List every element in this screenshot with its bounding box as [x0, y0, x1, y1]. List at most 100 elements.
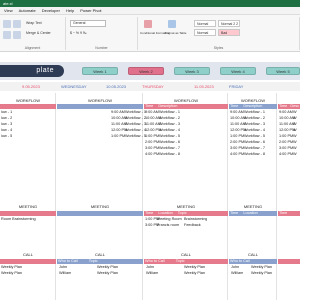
workflow-time[interactable]: 2:00 PM [145, 140, 159, 145]
workflow-description[interactable]: W [293, 146, 297, 151]
workflow-description[interactable]: Workflow - 7 [244, 146, 265, 151]
menu-help[interactable]: Help [66, 8, 74, 13]
style-normal[interactable]: Normal [194, 20, 216, 27]
align-top-icon[interactable] [3, 20, 11, 28]
workflow-description[interactable]: Workflow - 6 [244, 140, 265, 145]
workflow-description[interactable]: Workflow - 4 [159, 128, 180, 133]
menu-power-pivot[interactable]: Power Pivot [80, 8, 101, 13]
call-who[interactable]: William [59, 271, 71, 276]
menu-automate[interactable]: Automate [19, 8, 36, 13]
workflow-time[interactable]: 9:00 AM [111, 110, 125, 115]
workflow-description[interactable]: W [293, 122, 297, 127]
workflow-description[interactable]: Workflow - 4 [244, 128, 265, 133]
description-header: Description [243, 104, 263, 108]
workflow-description[interactable]: W [293, 128, 297, 133]
conditional-formatting-icon[interactable] [144, 20, 152, 28]
workflow-time[interactable]: 2:00 PM [279, 140, 293, 145]
workflow-time[interactable]: 2:00 PM [230, 140, 244, 145]
workflow-time[interactable]: 3:00 PM [145, 146, 159, 151]
format-as-table-icon[interactable] [168, 20, 176, 28]
meeting-location[interactable]: Meeting Room [157, 217, 182, 222]
call-heading: CALL [180, 252, 191, 257]
call-topic[interactable]: Weekly Plan [97, 271, 118, 276]
meeting-topic[interactable]: Feedback [184, 223, 201, 228]
workflow-time[interactable]: 1:00 PM [111, 134, 125, 139]
workflow-description[interactable]: Workflow - 1 [125, 110, 146, 115]
workflow-time[interactable]: 3:00 PM [279, 146, 293, 151]
workflow-row[interactable]: low - 1 [1, 110, 12, 115]
week-5-button[interactable]: Week 5 [266, 67, 300, 75]
call-who[interactable]: William [231, 271, 243, 276]
align-left-icon[interactable] [3, 31, 11, 39]
call-topic[interactable]: Weekly Plan [184, 271, 205, 276]
workflow-row[interactable]: low - 3 [1, 122, 12, 127]
workflow-description[interactable]: Workflow - 2 [159, 116, 180, 121]
workflow-description[interactable]: W [293, 116, 297, 121]
workflow-time[interactable]: 4:00 PM [230, 152, 244, 157]
format-as-table-button[interactable]: Format as Table [165, 31, 186, 35]
call-topic[interactable]: Weekly Plan [251, 265, 272, 270]
meeting-location[interactable]: Francis room [157, 223, 179, 228]
week-1-button[interactable]: Week 1 [82, 67, 118, 75]
workflow-time[interactable]: 4:00 PM [145, 152, 159, 157]
workflow-description[interactable]: Workflow - 4 [125, 128, 146, 133]
workflow-description[interactable]: Workflow - 7 [159, 146, 180, 151]
workflow-time[interactable]: 1:00 PM [145, 134, 159, 139]
workflow-row[interactable]: low - 4 [1, 128, 12, 133]
call-row[interactable]: Weekly Plan [1, 265, 22, 270]
currency-format-icon[interactable]: $ ~ % 9 ‰ [70, 31, 86, 35]
wrap-text-button[interactable]: Wrap Text [26, 21, 42, 25]
workflow-description[interactable]: Workflow - 3 [125, 122, 146, 127]
meeting-topic[interactable]: Brainstorming [184, 217, 207, 222]
workflow-time[interactable]: 1:00 PM [279, 134, 293, 139]
menu-view[interactable]: View [4, 8, 13, 13]
workflow-description[interactable]: Workflow - 5 [244, 134, 265, 139]
style-bad[interactable]: Bad [218, 29, 240, 36]
workflow-description[interactable]: Workflow - 5 [159, 134, 180, 139]
call-topic[interactable]: Weekly Plan [184, 265, 205, 270]
workflow-time[interactable]: 9:00 AM [145, 110, 159, 115]
call-topic[interactable]: Weekly Plan [251, 271, 272, 276]
call-who[interactable]: William [146, 271, 158, 276]
workflow-heading: WORKFLOW [88, 98, 112, 103]
align-middle-icon[interactable] [13, 20, 21, 28]
workflow-description[interactable]: Workflow - 3 [159, 122, 180, 127]
meeting-row[interactable]: Room Brainstorming [1, 217, 36, 222]
call-topic[interactable]: Weekly Plan [97, 265, 118, 270]
workflow-description[interactable]: Workflow - 3 [244, 122, 265, 127]
workflow-description[interactable]: Workflow - 2 [125, 116, 146, 121]
workflow-time[interactable]: 4:00 PM [279, 152, 293, 157]
workflow-row[interactable]: low - 5 [1, 134, 12, 139]
workflow-time[interactable]: 1:00 PM [230, 134, 244, 139]
call-who[interactable]: John [59, 265, 67, 270]
workflow-description[interactable]: Workflow - 1 [244, 110, 265, 115]
workflow-description[interactable]: Workflow - 1 [159, 110, 180, 115]
week-4-button[interactable]: Week 4 [220, 67, 256, 75]
workflow-time[interactable]: 9:00 AM [279, 110, 293, 115]
workflow-description[interactable]: W [293, 140, 297, 145]
style-normal-2-2[interactable]: Normal 2 2 [218, 20, 240, 27]
workflow-row[interactable]: low - 2 [1, 116, 12, 121]
number-format-select[interactable]: General [70, 20, 106, 27]
merge-center-button[interactable]: Merge & Center [26, 31, 51, 35]
workflow-description[interactable]: W [293, 134, 297, 139]
workflow-description[interactable]: Workflow - 6 [159, 140, 180, 145]
style-normal-alt[interactable]: Normal [194, 29, 216, 36]
workflow-description[interactable]: Workflow - 2 [244, 116, 265, 121]
workflow-time[interactable]: 3:00 PM [230, 146, 244, 151]
workflow-description[interactable]: Workflow - 8 [159, 152, 180, 157]
call-row[interactable]: Weekly Plan [1, 271, 22, 276]
menu-developer[interactable]: Developer [42, 8, 60, 13]
planner-header: plate Week 1 Week 2 Week 3 Week 4 Week 5 [0, 62, 300, 80]
workflow-description[interactable]: W [293, 110, 297, 115]
week-3-button[interactable]: Week 3 [174, 67, 210, 75]
align-center-icon[interactable] [13, 31, 21, 39]
workflow-header-bar: Time Description [229, 104, 277, 109]
workflow-description[interactable]: W [293, 152, 297, 157]
workflow-description[interactable]: Workflow - 8 [244, 152, 265, 157]
workflow-time[interactable]: 9:00 AM [230, 110, 244, 115]
workflow-description[interactable]: Workflow - 5 [125, 134, 146, 139]
call-who[interactable]: John [146, 265, 154, 270]
week-2-button[interactable]: Week 2 [128, 67, 164, 75]
call-who[interactable]: John [231, 265, 239, 270]
